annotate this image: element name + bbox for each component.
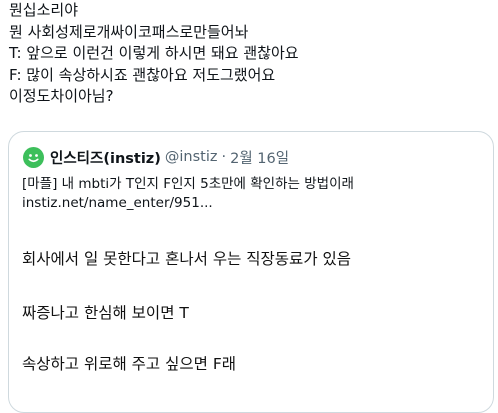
smiley-icon <box>28 153 39 162</box>
image-text-line: 속상하고 위로해 주고 싶으면 F래 <box>22 355 237 373</box>
image-text-line: 회사에서 일 못한다고 혼나서 우는 직장동료가 있음 <box>22 250 352 268</box>
tweet-text: 뭔십소리야 뭔 사회성제로개싸이코패스로만들어놔 T: 앞으로 이런건 이렇게 … <box>9 0 489 108</box>
quoted-tweet-header: 인스티즈(instiz) @instiz · 2월 16일 <box>23 146 289 168</box>
meta-separator: · <box>221 149 227 165</box>
tweet-line: F: 많이 속상하시죠 괜찮아요 저도그랬어요 <box>9 65 276 84</box>
image-text-line: 짜증나고 한심해 보이면 T <box>22 304 189 322</box>
quoted-text-line: [마플] 내 mbti가 T인지 F인지 5초만에 확인하는 방법이래 <box>22 176 354 192</box>
avatar[interactable] <box>23 146 44 168</box>
quoted-link[interactable]: instiz.net/name_enter/951... <box>22 194 482 213</box>
tweet-line: T: 앞으로 이런건 이렇게 하시면 돼요 괜찮아요 <box>9 44 299 62</box>
quoted-tweet-text: [마플] 내 mbti가 T인지 F인지 5초만에 확인하는 방법이래 inst… <box>22 175 482 213</box>
author-handle[interactable]: @instiz <box>165 149 218 165</box>
tweet-line: 뭔 사회성제로개싸이코패스로만들어놔 <box>9 22 249 41</box>
post-date[interactable]: 2월 16일 <box>230 147 289 168</box>
tweet-line: 뭔십소리야 <box>9 1 79 19</box>
tweet-line: 이정도차이아님? <box>9 87 114 105</box>
quoted-tweet-card[interactable]: 인스티즈(instiz) @instiz · 2월 16일 [마플] 내 mbt… <box>8 131 494 413</box>
author-name[interactable]: 인스티즈(instiz) <box>50 147 161 168</box>
